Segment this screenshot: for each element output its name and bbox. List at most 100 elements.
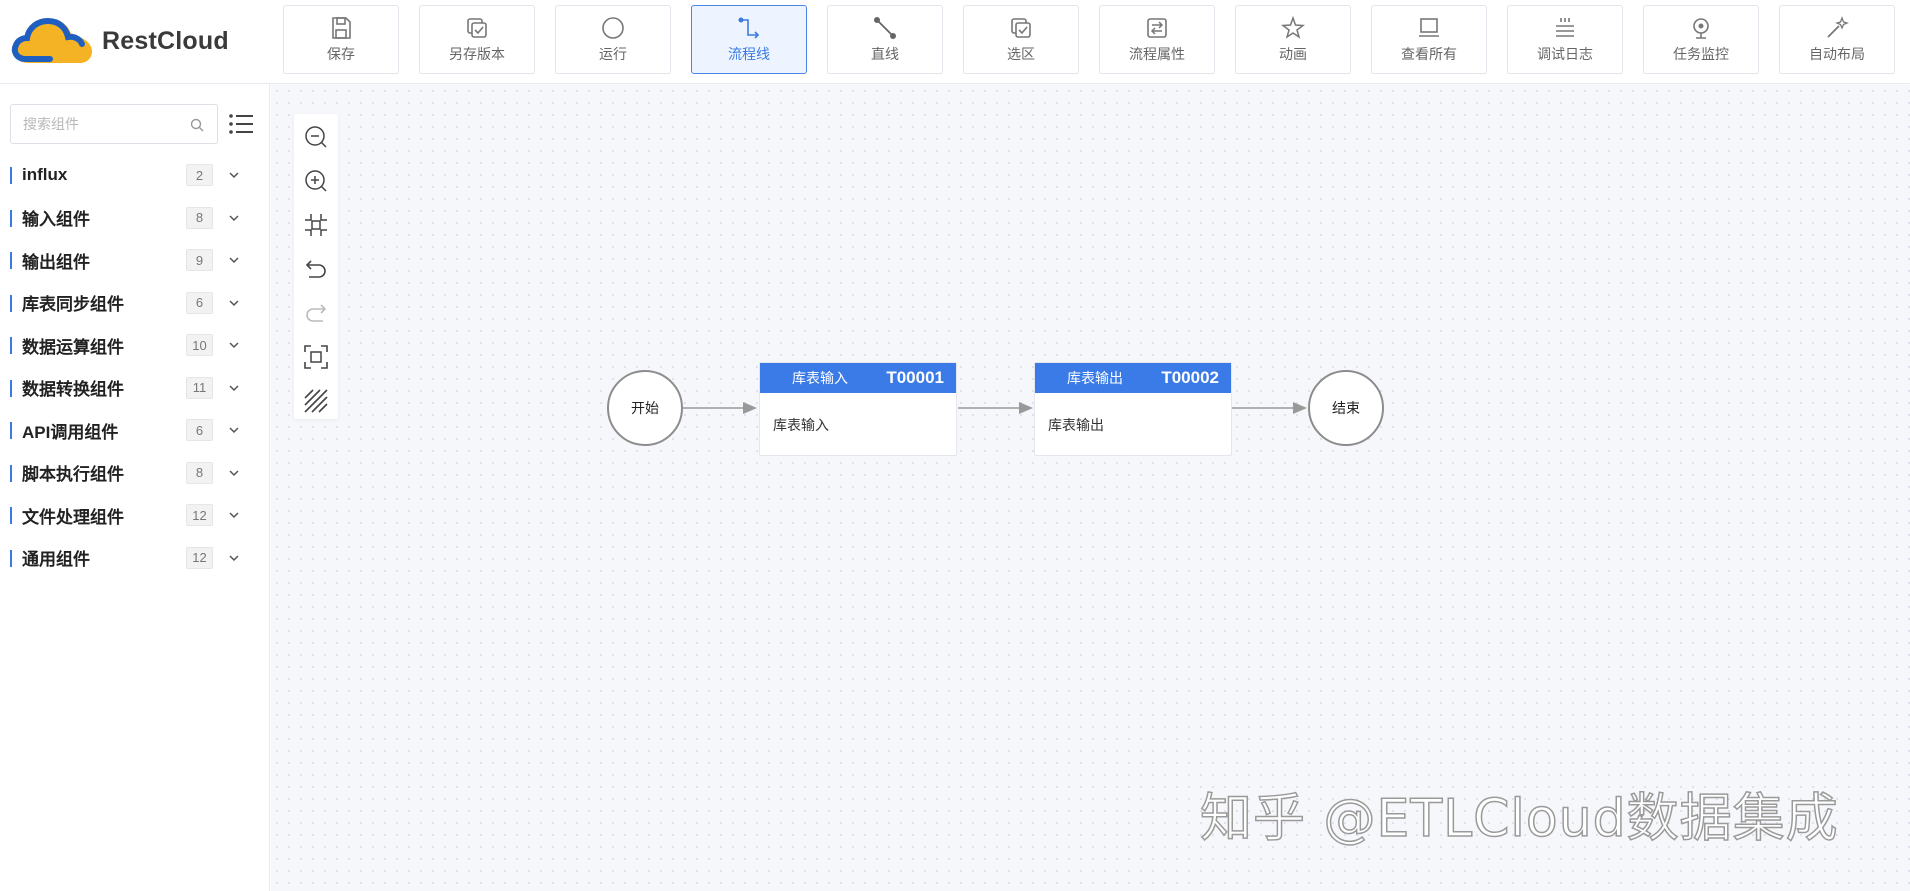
group-count-badge: 8	[186, 461, 213, 484]
save-label: 保存	[327, 46, 355, 62]
flow-properties-icon	[1147, 18, 1167, 38]
group-marker	[10, 209, 12, 227]
chevron-down-icon[interactable]	[228, 254, 240, 266]
run-label: 运行	[599, 46, 627, 62]
auto-layout-button[interactable]: 自动布局	[1779, 5, 1895, 74]
animation-icon	[1280, 15, 1306, 39]
group-name: 文件处理组件	[22, 507, 124, 527]
flow-properties-button[interactable]: 流程属性	[1099, 5, 1215, 74]
chevron-down-icon[interactable]	[228, 339, 240, 351]
watermark-text: 知乎 @ETLCloud数据集成	[1199, 788, 1839, 850]
group-count-badge: 9	[186, 249, 213, 272]
group-marker	[10, 337, 12, 354]
flow-line-label: 流程线	[728, 46, 770, 62]
group-marker	[10, 422, 12, 439]
selection-label: 选区	[1007, 46, 1035, 62]
group-count-badge: 10	[186, 334, 213, 357]
debug-log-button[interactable]: 调试日志	[1507, 5, 1623, 74]
group-count-badge: 11	[186, 376, 213, 399]
task-node-body: 库表输出	[1048, 417, 1104, 433]
task-node-header: 库表输出 T00002	[1035, 363, 1231, 393]
group-count-badge: 8	[186, 206, 213, 229]
end-node[interactable]: 结束	[1308, 370, 1384, 446]
group-name: 库表同步组件	[22, 295, 124, 315]
group-data-compute-components[interactable]: 数据运算组件 10	[0, 324, 270, 367]
animation-label: 动画	[1279, 46, 1307, 62]
group-name: API调用组件	[22, 422, 119, 442]
group-name: 输入组件	[22, 210, 90, 230]
save-version-button[interactable]: 另存版本	[419, 5, 535, 74]
top-header: RestCloud 保存 另存版本 运行 流程线 直线 选区 流程属性 动画 查…	[0, 0, 1910, 84]
chevron-down-icon[interactable]	[228, 212, 240, 224]
group-api-call-components[interactable]: API调用组件 6	[0, 409, 270, 452]
group-marker	[10, 464, 12, 482]
task-node-name: 库表输出	[1067, 370, 1123, 386]
chevron-down-icon[interactable]	[228, 169, 240, 181]
group-table-sync-components[interactable]: 库表同步组件 6	[0, 282, 270, 325]
search-icon[interactable]	[189, 117, 205, 133]
logo-text: RestCloud	[102, 26, 229, 55]
view-all-icon	[1419, 18, 1439, 37]
group-script-components[interactable]: 脚本执行组件 8	[0, 452, 270, 495]
chevron-down-icon[interactable]	[228, 424, 240, 436]
group-marker	[10, 549, 12, 567]
connection-task2-end[interactable]	[1232, 402, 1307, 414]
connection-start-task1[interactable]	[683, 402, 757, 414]
group-general-components[interactable]: 通用组件 12	[0, 537, 270, 580]
toolbar: 保存 另存版本 运行 流程线 直线 选区 流程属性 动画 查看所有 调试日志 任…	[283, 5, 1895, 74]
task-node-header: 库表输入 T00001	[760, 363, 956, 393]
group-marker	[10, 167, 12, 184]
task-node-id: T00002	[1161, 368, 1219, 387]
view-all-button[interactable]: 查看所有	[1371, 5, 1487, 74]
save-button[interactable]: 保存	[283, 5, 399, 74]
run-button[interactable]: 运行	[555, 5, 671, 74]
group-name: 输出组件	[22, 252, 90, 272]
task-monitor-button[interactable]: 任务监控	[1643, 5, 1759, 74]
group-marker	[10, 294, 12, 312]
end-node-label: 结束	[1332, 400, 1360, 416]
straight-line-button[interactable]: 直线	[827, 5, 943, 74]
group-input-components[interactable]: 输入组件 8	[0, 197, 270, 240]
save-version-icon	[467, 18, 487, 38]
selection-button[interactable]: 选区	[963, 5, 1079, 74]
list-view-icon[interactable]	[228, 112, 254, 136]
flow-properties-label: 流程属性	[1129, 46, 1185, 62]
start-node[interactable]: 开始	[607, 370, 683, 446]
task-node-id: T00001	[886, 368, 944, 387]
group-count-badge: 12	[186, 546, 213, 569]
chevron-down-icon[interactable]	[228, 297, 240, 309]
component-group-list: influx 2 输入组件 8 输出组件 9 库表同步组件 6 数据运算组件 1…	[0, 154, 270, 579]
task-node-name: 库表输入	[792, 370, 848, 386]
group-influx[interactable]: influx 2	[0, 154, 270, 197]
task-node-table-input[interactable]: 库表输入 T00001 库表输入	[759, 362, 957, 456]
task-monitor-icon	[1693, 18, 1709, 39]
group-name: 脚本执行组件	[22, 465, 124, 485]
auto-layout-icon	[1827, 16, 1849, 38]
group-count-badge: 12	[186, 504, 213, 527]
flow-canvas[interactable]: 开始 库表输入 T00001 库表输入 库表输出 T00002 库表输出 结束	[271, 85, 1910, 891]
group-marker	[10, 507, 12, 524]
search-input[interactable]	[11, 105, 181, 143]
chevron-down-icon[interactable]	[228, 509, 240, 521]
group-marker	[10, 379, 12, 397]
group-output-components[interactable]: 输出组件 9	[0, 239, 270, 282]
group-data-transform-components[interactable]: 数据转换组件 11	[0, 367, 270, 410]
group-count-badge: 2	[186, 164, 213, 187]
group-file-components[interactable]: 文件处理组件 12	[0, 494, 270, 537]
animation-button[interactable]: 动画	[1235, 5, 1351, 74]
group-count-badge: 6	[186, 291, 213, 314]
chevron-down-icon[interactable]	[228, 467, 240, 479]
straight-line-label: 直线	[871, 46, 899, 62]
group-count-badge: 6	[186, 419, 213, 442]
auto-layout-label: 自动布局	[1809, 46, 1865, 62]
flow-line-icon	[738, 17, 760, 39]
search-box	[10, 104, 218, 144]
chevron-down-icon[interactable]	[228, 552, 240, 564]
task-monitor-label: 任务监控	[1673, 46, 1729, 62]
chevron-down-icon[interactable]	[228, 382, 240, 394]
task-node-table-output[interactable]: 库表输出 T00002 库表输出	[1034, 362, 1232, 456]
connection-task1-task2[interactable]	[958, 402, 1033, 414]
group-name: 数据转换组件	[22, 380, 124, 400]
logo: RestCloud	[10, 12, 240, 70]
flow-line-button[interactable]: 流程线	[691, 5, 807, 74]
